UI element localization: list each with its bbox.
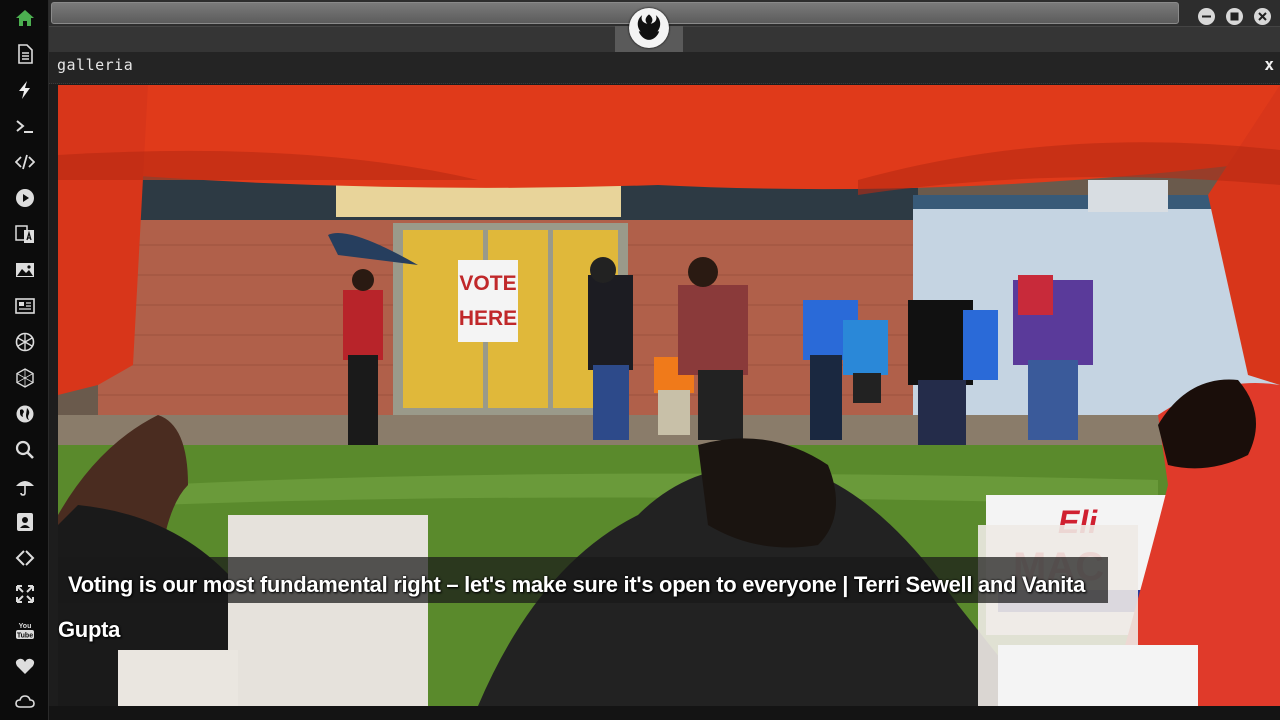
- vote-sign-line-2: HERE: [459, 307, 517, 330]
- lightning-icon[interactable]: [13, 78, 37, 102]
- youtube-icon[interactable]: You Tube: [13, 618, 37, 642]
- window-top-bar: [49, 0, 1280, 52]
- link-icon[interactable]: [13, 546, 37, 570]
- translate-icon[interactable]: [13, 222, 37, 246]
- code-icon[interactable]: [13, 150, 37, 174]
- close-window-button[interactable]: [1254, 8, 1271, 25]
- panel-close-button[interactable]: x: [1264, 55, 1274, 74]
- image-icon[interactable]: [13, 258, 37, 282]
- svg-text:Tube: Tube: [17, 633, 33, 640]
- expand-icon[interactable]: [13, 582, 37, 606]
- umbrella-icon[interactable]: [13, 474, 37, 498]
- search-icon[interactable]: [13, 438, 37, 462]
- newspaper-icon[interactable]: [13, 294, 37, 318]
- cloud-icon[interactable]: [13, 690, 37, 714]
- left-dock: You Tube: [0, 0, 49, 720]
- play-icon[interactable]: [13, 186, 37, 210]
- bottom-strip: [49, 706, 1280, 720]
- heart-icon[interactable]: [13, 654, 37, 678]
- terminal-icon[interactable]: [13, 114, 37, 138]
- svg-text:You: You: [19, 623, 32, 630]
- home-icon[interactable]: [13, 6, 37, 30]
- maximize-button[interactable]: [1226, 8, 1243, 25]
- panel-header: galleria x: [49, 52, 1280, 84]
- rebel-emblem-icon[interactable]: [629, 8, 669, 48]
- hexagon-icon[interactable]: [13, 366, 37, 390]
- document-icon[interactable]: [13, 42, 37, 66]
- contact-card-icon[interactable]: [13, 510, 37, 534]
- globe-icon[interactable]: [13, 402, 37, 426]
- aperture-icon[interactable]: [13, 330, 37, 354]
- address-bar[interactable]: [51, 2, 1179, 24]
- panel-title: galleria: [57, 56, 134, 74]
- image-caption: Voting is our most fundamental right – l…: [58, 572, 1086, 642]
- vote-sign-line-1: VOTE: [459, 272, 516, 295]
- minimize-button[interactable]: [1198, 8, 1215, 25]
